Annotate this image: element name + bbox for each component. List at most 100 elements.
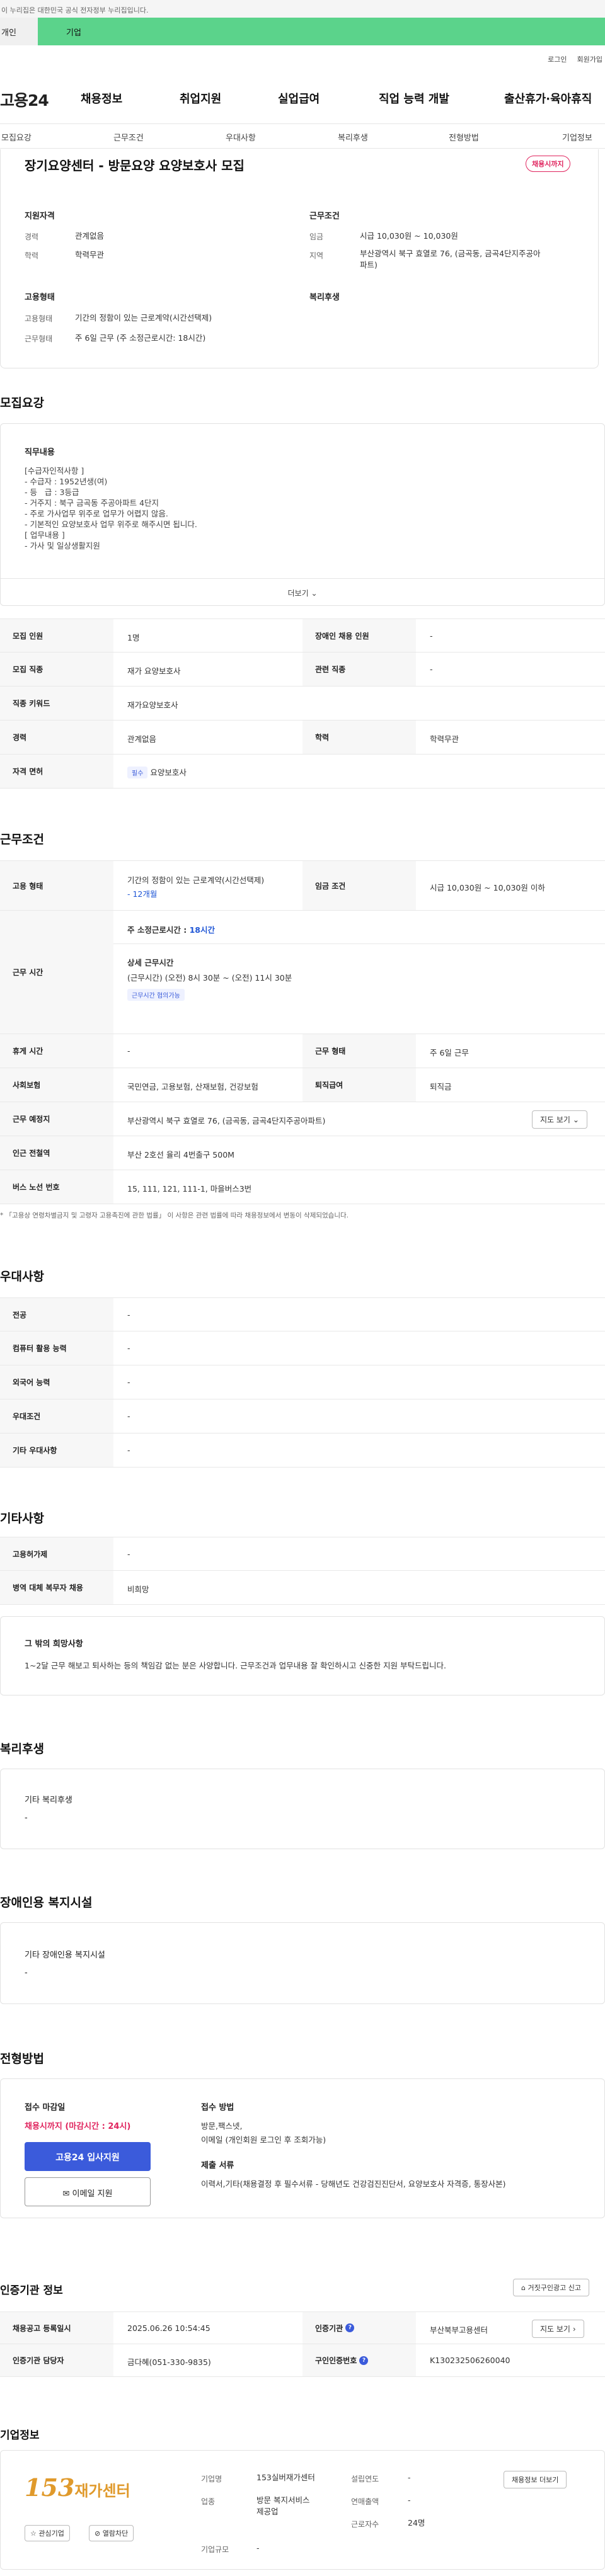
- emp-value: 24명: [408, 2518, 425, 2528]
- report-ad-button[interactable]: ⌂ 거짓구인광고 신고: [513, 2279, 589, 2296]
- recruit-title: 모집요강: [0, 396, 44, 410]
- table-row: 외국어 능력 -: [0, 1365, 605, 1399]
- gnb-parental-leave[interactable]: 출산휴가·육아휴직: [504, 90, 592, 106]
- rev-value: -: [408, 2495, 411, 2505]
- table-row: 모집 인원 1명 장애인 채용 인원 -: [0, 618, 605, 653]
- divider: [113, 943, 605, 944]
- break-key: 휴게 시간: [0, 1034, 113, 1068]
- block-icon: ⊘: [95, 2529, 101, 2538]
- table-row: 고용허가제 -: [0, 1537, 605, 1571]
- company-box: 153재가센터 ☆ 관심기업 ⊘ 열람차단 기업명 153실버재가센터 업종 방…: [0, 2450, 605, 2570]
- chevron-right-icon: ›: [572, 2325, 576, 2334]
- agency-value: 부산북부고용센터: [430, 2325, 488, 2335]
- career-key: 경력: [0, 721, 113, 754]
- map-button[interactable]: 지도 보기 ⌄: [532, 1110, 587, 1129]
- edu-key: 학력: [25, 251, 39, 260]
- table-row: 직종 키워드 재가요양보호사: [0, 687, 605, 721]
- license-key: 자격 면허: [0, 755, 113, 788]
- disability-title: 장애인용 복지시설: [0, 1896, 93, 1910]
- form-heading: 고용형태: [25, 293, 55, 302]
- snb-pref[interactable]: 우대사항: [226, 131, 256, 143]
- signup-link[interactable]: 회원가입: [577, 54, 602, 64]
- tab-personal[interactable]: 개인: [0, 18, 38, 45]
- manager-key: 인증기관 담당자: [0, 2344, 113, 2376]
- disabled-value: -: [430, 631, 433, 641]
- disability-box: 기타 장애인용 복지시설 -: [0, 1922, 605, 2004]
- place-key: 근무 예정지: [0, 1102, 113, 1136]
- apply-button[interactable]: 고용24 입사지원: [25, 2142, 151, 2171]
- career-value: 관계없음: [127, 734, 157, 744]
- job-title: 장기요양센터 - 방문요양 요양보호사 모집: [25, 158, 245, 173]
- severance-key: 퇴직급여: [302, 1068, 416, 1102]
- edu-value: 학력무관: [430, 734, 459, 744]
- workform-value: 주 6일 근무 (주 소정근로시간: 18시간): [75, 333, 206, 343]
- gnb-unemployment-benefit[interactable]: 실업급여: [278, 90, 320, 106]
- detail-hours-value: (근무시간) (오전) 8시 30분 ~ (오전) 11시 30분: [127, 973, 292, 983]
- pref-title: 우대사항: [0, 1270, 44, 1284]
- subway-key: 인근 전철역: [0, 1136, 113, 1170]
- more-button[interactable]: 더보기 ⌄: [1, 578, 604, 606]
- disabled-key: 장애인 채용 인원: [302, 619, 416, 652]
- disability-heading: 기타 장애인용 복지시설: [25, 1951, 105, 1960]
- job-summary-card: 장기요양센터 - 방문요양 요양보호사 모집 채용시까지 지원자격 경력 관계없…: [0, 149, 599, 368]
- info-icon[interactable]: ?: [345, 2323, 355, 2332]
- est-value: -: [408, 2473, 411, 2482]
- snb-selection[interactable]: 전형방법: [449, 131, 479, 143]
- docs-value: 이력서,기타(채용결정 후 필수서류 - 당해년도 건강검진진단서, 요양보호사…: [201, 2179, 506, 2189]
- size-value: -: [256, 2543, 260, 2553]
- size-key: 기업규모: [201, 2545, 229, 2554]
- welfare-value: -: [25, 1813, 28, 1823]
- status-badge: 채용시까지: [526, 156, 570, 172]
- type-key: 근무 형태: [302, 1034, 416, 1068]
- email-apply-button[interactable]: ✉ 이메일 지원: [25, 2177, 151, 2206]
- table-row: 인근 전철역 부산 2호선 율리 4번출구 500M: [0, 1136, 605, 1170]
- table-row: 근무 예정지 부산광역시 북구 효열로 76, (금곡동, 금곡4단지주공아파트…: [0, 1102, 605, 1136]
- welfare-box: 기타 복리후생 -: [0, 1769, 605, 1849]
- other-wish-box: 그 밖의 희망사항 1~2달 근무 해보고 퇴사하는 등의 책임감 없는 분은 …: [0, 1616, 605, 1695]
- wage-value: 시급 10,030원 ~ 10,030원: [360, 231, 458, 241]
- form-key: 고용형태: [25, 314, 53, 323]
- gnb-employment-support[interactable]: 취업지원: [180, 90, 221, 106]
- biz-value: 방문 복지서비스 제공업: [256, 2495, 310, 2516]
- welfare-heading: 복리후생: [309, 293, 340, 302]
- table-row: 우대조건 -: [0, 1399, 605, 1433]
- agency-map-button[interactable]: 지도 보기 ›: [532, 2320, 584, 2338]
- other-wish-heading: 그 밖의 희망사항: [25, 1639, 83, 1649]
- tab-company[interactable]: 기업: [38, 18, 605, 45]
- table-row: 버스 노선 번호 15, 111, 121, 111-1, 마을버스3번: [0, 1170, 605, 1204]
- selection-title: 전형방법: [0, 2052, 44, 2066]
- role-tabs: 개인 기업: [0, 18, 605, 45]
- nego-chip: 근무시간 협의가능: [127, 989, 185, 1001]
- snb-recruit[interactable]: 모집요강: [1, 131, 32, 143]
- bus-value: 15, 111, 121, 111-1, 마을버스3번: [127, 1184, 252, 1194]
- gnb-jobs[interactable]: 채용정보: [81, 90, 122, 106]
- company-title: 기업정보: [0, 2429, 40, 2442]
- company-logo: 153재가센터: [25, 2473, 130, 2502]
- block-view-button[interactable]: ⊘ 열람차단: [89, 2525, 134, 2541]
- home-icon: ⌂: [521, 2284, 526, 2292]
- reg-key: 채용공고 등록일시: [0, 2312, 113, 2344]
- table-row: 병역 대체 복무자 채용 비희망: [0, 1571, 605, 1605]
- login-link[interactable]: 로그인: [548, 54, 567, 64]
- chevron-down-icon: ⌄: [572, 1115, 579, 1124]
- duty-heading: 직무내용: [25, 448, 55, 457]
- chevron-down-icon: ⌄: [311, 589, 318, 598]
- company-jobs-button[interactable]: 채용정보 더보기: [504, 2471, 567, 2488]
- method-value: 방문,팩스넷, 이메일 (개인회원 로그인 후 조회가능): [201, 2121, 326, 2145]
- edu-key: 학력: [302, 721, 416, 754]
- reg-value: 2025.06.26 10:54:45: [127, 2323, 210, 2333]
- manager-value: 금다혜(051-330-9835): [127, 2357, 211, 2367]
- form-key: 고용 형태: [0, 861, 113, 910]
- break-value: -: [127, 1046, 130, 1056]
- snb-work[interactable]: 근무조건: [113, 131, 144, 143]
- table-row: 컴퓨터 활용 능력 -: [0, 1331, 605, 1365]
- job-key: 모집 직종: [0, 653, 113, 686]
- gnb-vocational-training[interactable]: 직업 능력 개발: [379, 90, 449, 106]
- snb-company[interactable]: 기업정보: [562, 131, 592, 143]
- form-period: - 12개월: [127, 889, 158, 899]
- favorite-company-button[interactable]: ☆ 관심기업: [25, 2525, 70, 2541]
- site-logo[interactable]: 고용24: [0, 88, 72, 111]
- info-icon[interactable]: ?: [359, 2356, 369, 2365]
- snb-welfare[interactable]: 복리후생: [338, 131, 368, 143]
- deadline-value: 채용시까지 (마감시간 : 24시): [25, 2122, 131, 2131]
